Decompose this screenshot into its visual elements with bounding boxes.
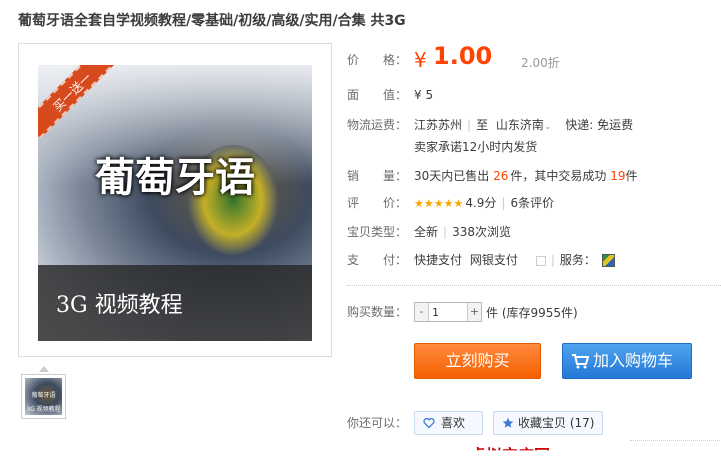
favorite-label: 收藏宝贝 (17): [518, 416, 595, 430]
cart-icon: [572, 354, 589, 369]
service-label: 服务：: [559, 253, 596, 267]
main-image-frame[interactable]: 买一送一 葡萄牙语 3G 视频教程: [18, 43, 332, 357]
sales-success: 19: [610, 169, 626, 183]
price-symbol: ¥: [414, 48, 427, 72]
payment-row: 支 付： 快捷支付 网银支付 | 服务：: [347, 250, 615, 270]
ship-promise: 卖家承诺12小时内发货: [414, 140, 538, 154]
heart-icon: [423, 418, 435, 429]
ship-to-prefix: 至: [476, 118, 489, 132]
rating-score: 4.9分: [465, 196, 497, 210]
thumbnail-bottom-text: 3G 视频教程: [26, 406, 61, 413]
product-title: 葡萄牙语全套自学视频教程/零基础/初级/高级/实用/合集 共3G: [18, 13, 406, 29]
favorite-button[interactable]: 收藏宝贝 (17): [493, 411, 603, 435]
discount-text: 2.00折: [521, 56, 560, 70]
divider: [347, 285, 721, 286]
like-label: 喜欢: [441, 416, 466, 430]
logistics-row: 物流运费： 江苏苏州 | 至 山东济南⌄ 快递: 免运费: [347, 115, 633, 135]
type-row: 宝贝类型： 全新 | 338次浏览: [347, 222, 511, 242]
pay-label: 支 付：: [347, 253, 408, 267]
pay-method-1: 快捷支付: [414, 253, 463, 267]
stock-text: 件 (库存9955件): [486, 306, 578, 320]
type-label: 宝贝类型：: [347, 225, 408, 239]
image-band-text: 3G 视频教程: [56, 293, 183, 318]
sales-row: 销 量： 30天内已售出 26 件，其中交易成功 19件: [347, 166, 638, 186]
face-value-row: 面 值： ¥ 5: [347, 85, 433, 105]
views-count: 338次浏览: [452, 225, 511, 239]
rating-row: 评 价： ★★★★★ 4.9分 | 6条评价: [347, 193, 554, 213]
image-headline: 葡萄牙语: [95, 154, 255, 201]
service-icon[interactable]: [601, 254, 615, 267]
main-product-image: 买一送一 葡萄牙语 3G 视频教程: [38, 65, 312, 341]
bottom-divider: [630, 440, 720, 441]
thumb-caret-icon: [39, 366, 49, 372]
quantity-stepper[interactable]: - +: [414, 302, 482, 322]
qty-label: 购买数量：: [347, 305, 408, 319]
price-label: 价 格：: [347, 53, 408, 67]
price-row: 价 格：: [347, 50, 411, 70]
add-to-cart-label: 加入购物车: [593, 351, 674, 370]
bottom-banner-text: 虚拟宝店网: [470, 446, 551, 465]
buy-now-button[interactable]: 立刻购买: [414, 343, 541, 379]
ship-to-select[interactable]: 山东济南: [496, 118, 544, 132]
face-value: ¥ 5: [414, 88, 434, 102]
add-to-cart-button[interactable]: 加入购物车: [562, 343, 692, 379]
sales-suffix: 件: [625, 169, 638, 183]
face-value-label: 面 值：: [347, 88, 408, 102]
ship-from: 江苏苏州: [414, 118, 463, 132]
star-icon: [502, 417, 514, 428]
reviews-link[interactable]: 6条评价: [510, 196, 554, 210]
ship-fee: 快递: 免运费: [565, 118, 634, 132]
type-value: 全新: [414, 225, 439, 239]
logistics-label: 物流运费：: [347, 118, 408, 132]
thumbnail[interactable]: 葡萄牙语 3G 视频教程: [21, 374, 66, 419]
qty-row: 购买数量：: [347, 302, 411, 322]
also-row: 你还可以：: [347, 413, 411, 433]
star-rating-icon: ★★★★★: [414, 197, 464, 210]
quantity-input[interactable]: [430, 304, 467, 320]
rating-label: 评 价：: [347, 196, 408, 210]
pay-method-2: 网银支付: [469, 253, 518, 267]
dropdown-arrow-icon[interactable]: ⌄: [544, 122, 552, 132]
pay-dropdown-icon[interactable]: [535, 255, 546, 266]
thumbnail-image: 葡萄牙语 3G 视频教程: [25, 378, 62, 415]
price-value: 1.00: [433, 42, 493, 70]
also-label: 你还可以：: [347, 416, 408, 430]
thumbnail-top-text: 葡萄牙语: [31, 392, 56, 399]
like-button[interactable]: 喜欢: [414, 411, 483, 435]
sales-prefix: 30天内已售出: [414, 169, 490, 183]
sales-mid: 件，其中交易成功: [510, 169, 607, 183]
sales-label: 销 量：: [347, 169, 408, 183]
qty-minus-button[interactable]: -: [415, 303, 429, 321]
sales-count: 26: [493, 169, 509, 183]
qty-plus-button[interactable]: +: [467, 303, 481, 321]
